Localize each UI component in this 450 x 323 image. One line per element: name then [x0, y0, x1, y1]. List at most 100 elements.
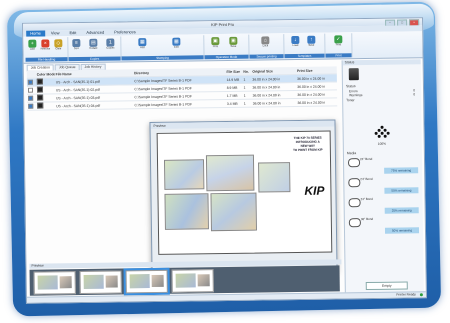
row-checkbox[interactable]	[28, 95, 34, 101]
thumbnail-selected[interactable]	[123, 267, 170, 296]
stamp-add-button[interactable]: ▦ Add	[137, 38, 147, 52]
group-label: Stamping	[121, 55, 204, 61]
save-template-icon: ↑	[307, 35, 316, 44]
col-file-name[interactable]: File Name	[55, 71, 134, 76]
row-checkbox[interactable]	[27, 87, 34, 93]
row-checkbox[interactable]	[27, 79, 33, 85]
group-print: ✓ Print Print	[325, 33, 353, 58]
roll-3[interactable]: 24" Bond	[348, 197, 383, 208]
roll-name: 36" Bond	[360, 216, 374, 222]
warnings-label: Warnings	[349, 93, 363, 98]
add-icon: +	[28, 39, 37, 48]
toner-value: 100%	[377, 141, 386, 146]
kip-logo: KIP	[304, 183, 325, 198]
file-size: 8.9 MB	[226, 85, 238, 90]
copies-no: 1	[243, 93, 246, 98]
lock-icon: ⌂	[261, 36, 270, 45]
roll-remaining-bar: 50% remaining	[384, 187, 419, 194]
original-size: 36.00 in x 24.00 in	[252, 84, 281, 90]
stamp-edit-button[interactable]: ▦ Edit	[171, 37, 181, 52]
save-template-button[interactable]: ↑ Save	[306, 35, 316, 50]
file-name: US - Arch - SAN(35-1)-01.pdf	[55, 79, 100, 84]
print-icon: ✓	[334, 35, 343, 44]
print-mode-button[interactable]: ▣ Print	[210, 37, 220, 51]
group-label: Print	[325, 53, 352, 58]
file-size: 1.7 MB	[226, 93, 238, 98]
color-mode-swatch	[37, 94, 44, 101]
directory: C:\Sample Images\TF Series B-1 PDF	[134, 93, 192, 99]
thumbnail[interactable]	[33, 271, 76, 295]
roll-remaining-bar: 25% remaining	[384, 207, 419, 214]
group-label: Copies	[68, 56, 121, 62]
sort-icon: ≡	[72, 39, 81, 48]
group-label: Operation Mode	[204, 54, 249, 60]
color-mode-swatch	[36, 78, 43, 85]
col-directory[interactable]: Directory	[133, 69, 225, 75]
col-color-mode[interactable]: Color Mode	[36, 72, 55, 76]
roll-1[interactable]: 24" Bond	[347, 156, 382, 168]
toner-label: Toner	[346, 98, 355, 103]
thumbnail[interactable]	[171, 269, 214, 293]
clear-icon: ◇	[54, 39, 63, 48]
group-stamping: ▦ Add ▦ Edit Stamping	[121, 35, 205, 61]
roll-icon	[347, 158, 361, 168]
preview-popup[interactable]: Preview THE KIP 70 SERIES INTRODUCING A …	[149, 119, 338, 275]
map-thumbnail	[258, 162, 291, 193]
print-mode-icon: ▣	[211, 37, 220, 46]
file-name: US - Arch - SAN(35-1)-03.pdf	[55, 95, 101, 100]
group-label: File Handling	[25, 57, 68, 62]
clear-button[interactable]: ◇ Clear	[53, 39, 63, 53]
status-panel-header: Status	[342, 59, 421, 66]
lock-button[interactable]: ⌂ Lock	[260, 36, 270, 50]
map-thumbnail	[164, 193, 209, 230]
copies-no: 1	[243, 85, 246, 90]
row-checkbox[interactable]	[28, 103, 34, 109]
col-original-size[interactable]: Original Size	[251, 68, 296, 73]
add-button[interactable]: + Add	[27, 39, 37, 54]
print-size: 36.00 in x 24.00 in	[297, 100, 326, 105]
original-size: 36.00 in x 24.00 in	[252, 76, 281, 82]
copies-button[interactable]: 1 Copies	[105, 38, 115, 53]
col-file-size[interactable]: File Size	[225, 69, 242, 73]
job-table: Color Mode File Name Directory File Size…	[26, 66, 338, 111]
load-template-icon: ↓	[291, 35, 300, 45]
load-template-button[interactable]: ↓ Load	[290, 35, 300, 50]
col-print-size[interactable]: Print Size	[296, 68, 337, 73]
map-thumbnail	[163, 159, 205, 190]
roll-icon	[348, 178, 361, 188]
roll-4[interactable]: 36" Bond	[348, 216, 383, 228]
directory: C:\Sample Images\TF Series B-1 PDF	[134, 77, 192, 83]
media-label: Media	[346, 151, 357, 156]
empty-button[interactable]: Empty	[365, 281, 408, 291]
printer-icon	[348, 68, 359, 81]
map-thumbnail	[205, 154, 255, 192]
col-no[interactable]: No.	[242, 69, 251, 73]
copies-icon: 1	[106, 38, 115, 47]
stamp-edit-icon: ▦	[172, 37, 181, 46]
sheet-title: THE KIP 70 SERIES INTRODUCING A NEW WAY …	[293, 135, 323, 153]
print-size: 36.00 in x 24.00 in	[297, 76, 325, 81]
file-size: 3.4 MB	[226, 101, 238, 106]
directory: C:\Sample Images\TF Series B-1 PDF	[134, 85, 192, 91]
ribbon: + Add × Remove ◇ Clear File Handling ≡ Sort …	[23, 31, 423, 64]
group-copies: ≡ Sort ▤ Collate 1 Copies Copies	[68, 36, 122, 62]
warnings-value: 0	[413, 92, 416, 97]
color-mode-swatch	[37, 102, 44, 109]
group-operation-mode: ▣ Print ▣ Save Operation Mode	[204, 34, 250, 60]
roll-2[interactable]: 24" Bond	[348, 177, 382, 188]
remove-button[interactable]: × Remove	[40, 39, 50, 53]
file-name: US - Arch - SAN(35-1)-02.pdf	[55, 87, 100, 92]
roll-name: 24" Bond	[359, 156, 373, 162]
copies-no: 1	[243, 77, 246, 82]
print-button[interactable]: ✓ Print	[333, 35, 343, 49]
file-name: US - Arch - SAN(35-1)-04.pdf	[56, 103, 101, 108]
collate-button[interactable]: ▤ Collate	[88, 38, 98, 53]
status-panel: Status Status Errors 0 Warnings 0 Toner 10…	[341, 59, 424, 293]
group-secure-printing: ⌂ Lock Secure printing	[249, 34, 285, 59]
thumbnail[interactable]	[79, 270, 122, 295]
collate-icon: ▤	[89, 38, 98, 47]
file-size: 14.9 MB	[226, 77, 240, 82]
print-size: 36.00 in x 24.00 in	[297, 84, 325, 89]
sort-button[interactable]: ≡ Sort	[71, 39, 81, 53]
save-mode-button[interactable]: ▣ Save	[228, 36, 238, 51]
